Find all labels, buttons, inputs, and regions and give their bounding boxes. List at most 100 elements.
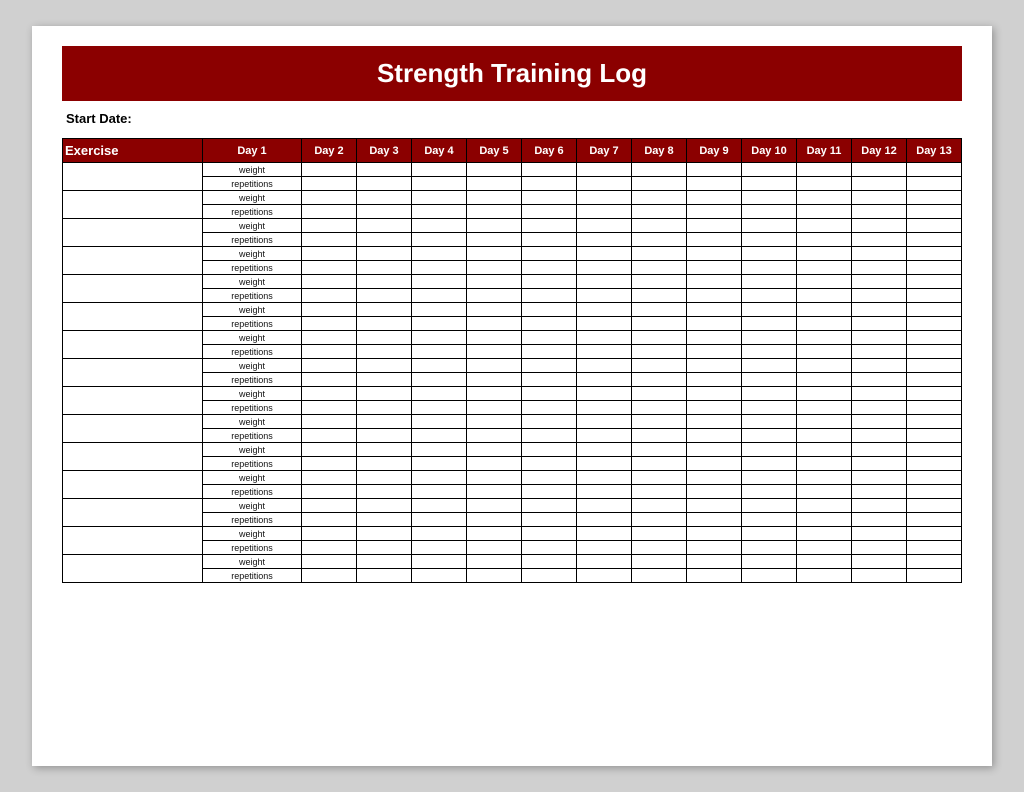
reps-input-11-day5[interactable] [522,457,577,471]
reps-input-13-day4[interactable] [467,513,522,527]
reps-input-14-day5[interactable] [522,541,577,555]
exercise-cell-1[interactable] [63,163,203,191]
weight-input-12-day2[interactable] [357,471,412,485]
reps-input-9-day5[interactable] [522,401,577,415]
reps-input-6-day5[interactable] [522,317,577,331]
weight-input-4-day5[interactable] [522,247,577,261]
weight-input-8-day6[interactable] [577,359,632,373]
reps-input-8-day7[interactable] [632,373,687,387]
weight-input-9-day2[interactable] [357,387,412,401]
weight-input-6-day4[interactable] [467,303,522,317]
reps-input-5-day11[interactable] [852,289,907,303]
weight-input-5-day3[interactable] [412,275,467,289]
reps-input-3-day2[interactable] [357,233,412,247]
weight-input-14-day3[interactable] [412,527,467,541]
weight-input-3-day1[interactable] [302,219,357,233]
weight-input-3-day4[interactable] [467,219,522,233]
reps-input-9-day3[interactable] [412,401,467,415]
weight-input-15-day3[interactable] [412,555,467,569]
reps-input-6-day3[interactable] [412,317,467,331]
reps-input-6-day12[interactable] [907,317,962,331]
weight-input-15-day9[interactable] [742,555,797,569]
reps-input-5-day6[interactable] [577,289,632,303]
weight-input-12-day9[interactable] [742,471,797,485]
reps-input-15-day2[interactable] [357,569,412,583]
weight-input-2-day7[interactable] [632,191,687,205]
weight-input-10-day1[interactable] [302,415,357,429]
exercise-cell-4[interactable] [63,247,203,275]
reps-input-10-day8[interactable] [687,429,742,443]
reps-input-5-day2[interactable] [357,289,412,303]
weight-input-14-day7[interactable] [632,527,687,541]
reps-input-2-day3[interactable] [412,205,467,219]
reps-input-12-day1[interactable] [302,485,357,499]
weight-input-3-day12[interactable] [907,219,962,233]
weight-input-7-day12[interactable] [907,331,962,345]
weight-input-10-day2[interactable] [357,415,412,429]
reps-input-10-day12[interactable] [907,429,962,443]
weight-input-6-day6[interactable] [577,303,632,317]
weight-input-7-day4[interactable] [467,331,522,345]
weight-input-6-day1[interactable] [302,303,357,317]
weight-input-9-day3[interactable] [412,387,467,401]
reps-input-8-day4[interactable] [467,373,522,387]
reps-input-15-day3[interactable] [412,569,467,583]
weight-input-10-day9[interactable] [742,415,797,429]
weight-input-10-day10[interactable] [797,415,852,429]
reps-input-14-day4[interactable] [467,541,522,555]
weight-input-5-day6[interactable] [577,275,632,289]
reps-input-6-day1[interactable] [302,317,357,331]
weight-input-10-day3[interactable] [412,415,467,429]
weight-input-12-day1[interactable] [302,471,357,485]
weight-input-5-day8[interactable] [687,275,742,289]
weight-input-1-day9[interactable] [742,163,797,177]
weight-input-1-day6[interactable] [577,163,632,177]
reps-input-3-day12[interactable] [907,233,962,247]
weight-input-9-day4[interactable] [467,387,522,401]
reps-input-1-day9[interactable] [742,177,797,191]
weight-input-9-day6[interactable] [577,387,632,401]
exercise-cell-2[interactable] [63,191,203,219]
weight-input-2-day8[interactable] [687,191,742,205]
reps-input-3-day3[interactable] [412,233,467,247]
weight-input-15-day7[interactable] [632,555,687,569]
weight-input-15-day6[interactable] [577,555,632,569]
weight-input-7-day9[interactable] [742,331,797,345]
weight-input-13-day2[interactable] [357,499,412,513]
exercise-cell-15[interactable] [63,555,203,583]
reps-input-2-day11[interactable] [852,205,907,219]
weight-input-5-day12[interactable] [907,275,962,289]
reps-input-7-day1[interactable] [302,345,357,359]
weight-input-1-day7[interactable] [632,163,687,177]
weight-input-13-day12[interactable] [907,499,962,513]
weight-input-3-day8[interactable] [687,219,742,233]
weight-input-1-day11[interactable] [852,163,907,177]
weight-input-1-day2[interactable] [357,163,412,177]
weight-input-11-day1[interactable] [302,443,357,457]
reps-input-3-day7[interactable] [632,233,687,247]
exercise-cell-9[interactable] [63,387,203,415]
weight-input-15-day12[interactable] [907,555,962,569]
reps-input-12-day2[interactable] [357,485,412,499]
weight-input-11-day8[interactable] [687,443,742,457]
exercise-cell-14[interactable] [63,527,203,555]
reps-input-1-day10[interactable] [797,177,852,191]
reps-input-13-day5[interactable] [522,513,577,527]
weight-input-13-day9[interactable] [742,499,797,513]
reps-input-15-day7[interactable] [632,569,687,583]
exercise-cell-13[interactable] [63,499,203,527]
reps-input-12-day12[interactable] [907,485,962,499]
weight-input-6-day10[interactable] [797,303,852,317]
reps-input-12-day5[interactable] [522,485,577,499]
weight-input-2-day11[interactable] [852,191,907,205]
reps-input-14-day12[interactable] [907,541,962,555]
reps-input-12-day6[interactable] [577,485,632,499]
weight-input-3-day5[interactable] [522,219,577,233]
weight-input-12-day10[interactable] [797,471,852,485]
weight-input-6-day5[interactable] [522,303,577,317]
weight-input-1-day10[interactable] [797,163,852,177]
weight-input-7-day6[interactable] [577,331,632,345]
weight-input-7-day10[interactable] [797,331,852,345]
weight-input-5-day7[interactable] [632,275,687,289]
weight-input-7-day8[interactable] [687,331,742,345]
